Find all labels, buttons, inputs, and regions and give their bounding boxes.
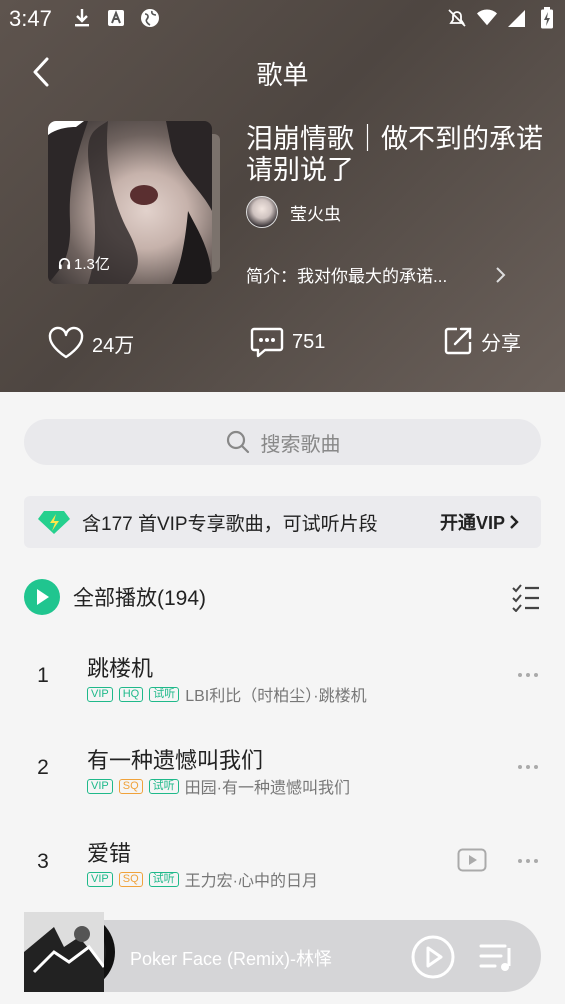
play-all-button[interactable] bbox=[24, 579, 60, 615]
song-artist-album: LBI利比（时柏尘）·跳楼机 bbox=[185, 688, 367, 705]
trial-tag: 试听 bbox=[149, 686, 180, 702]
vip-diamond-icon bbox=[38, 511, 70, 534]
share-button[interactable]: 分享 bbox=[443, 326, 521, 356]
comment-count: 751 bbox=[292, 330, 326, 353]
song-title: 跳楼机 bbox=[87, 656, 154, 681]
play-all-label[interactable]: 全部播放(194) bbox=[73, 582, 206, 612]
vip-tag: VIP bbox=[87, 686, 113, 702]
playlist-queue-icon[interactable] bbox=[479, 940, 515, 974]
intro-text: 简介：我对你最大的承诺... bbox=[246, 267, 448, 286]
hq-tag: HQ bbox=[118, 686, 144, 702]
song-index: 1 bbox=[37, 664, 49, 687]
play-count-value: 1.3亿 bbox=[74, 256, 110, 273]
page-title: 歌单 bbox=[256, 60, 309, 90]
comment-icon bbox=[250, 327, 284, 358]
playlist-title: 泪崩情歌｜做不到的承诺请别说了 bbox=[246, 124, 543, 185]
song-index: 3 bbox=[37, 850, 49, 873]
song-title: 爱错 bbox=[87, 841, 132, 866]
status-bar: 3:47 bbox=[0, 0, 565, 38]
avatar bbox=[246, 196, 278, 228]
now-playing-title: Poker Face (Remix)-林怿 bbox=[130, 949, 333, 969]
song-row[interactable]: 3 爱错 VIP SQ 试听 王力宏·心中的日月 bbox=[0, 824, 565, 914]
comment-button[interactable]: 751 bbox=[250, 326, 325, 358]
play-all-row: 全部播放(194) bbox=[24, 578, 541, 616]
song-row[interactable]: 2 有一种遗憾叫我们 VIP SQ 试听 田园·有一种遗憾叫我们 bbox=[0, 732, 565, 822]
vip-tag: VIP bbox=[87, 778, 113, 794]
mute-icon bbox=[447, 8, 467, 28]
sq-tag: SQ bbox=[118, 871, 143, 887]
like-button[interactable]: 24万 bbox=[48, 326, 134, 360]
song-artist-album: 田园·有一种遗憾叫我们 bbox=[184, 780, 350, 797]
download-icon bbox=[72, 8, 92, 28]
signal-icon bbox=[507, 8, 527, 28]
creator-name: 莹火虫 bbox=[290, 204, 341, 224]
open-vip-label: 开通VIP bbox=[439, 513, 505, 533]
more-options-button[interactable] bbox=[513, 851, 543, 871]
sq-tag: SQ bbox=[118, 778, 143, 794]
open-vip-button[interactable]: 开通VIP bbox=[440, 509, 519, 535]
song-artist-album: 王力宏·心中的日月 bbox=[184, 873, 318, 890]
headphones-icon bbox=[58, 258, 71, 270]
heart-icon bbox=[48, 326, 84, 359]
trial-tag: 试听 bbox=[148, 778, 179, 794]
status-time: 3:47 bbox=[9, 6, 52, 31]
playlist-cover[interactable]: 1.3亿 bbox=[48, 121, 223, 284]
vip-banner-text: 含177 首VIP专享歌曲，可试听片段 bbox=[82, 513, 378, 535]
a-icon bbox=[106, 8, 126, 28]
more-options-button[interactable] bbox=[513, 757, 543, 777]
album-art bbox=[24, 912, 104, 992]
chevron-right-icon bbox=[510, 515, 519, 529]
action-bar: 24万 751 分享 bbox=[0, 326, 565, 366]
trial-tag: 试听 bbox=[148, 871, 179, 887]
song-index: 2 bbox=[37, 756, 49, 779]
cover-image: 1.3亿 bbox=[48, 121, 212, 284]
multi-select-icon[interactable] bbox=[511, 582, 541, 612]
song-meta: VIP SQ 试听 王力宏·心中的日月 bbox=[87, 867, 318, 891]
share-label: 分享 bbox=[481, 332, 521, 355]
play-count: 1.3亿 bbox=[58, 253, 110, 274]
search-placeholder: 搜索歌曲 bbox=[260, 433, 341, 456]
play-icon bbox=[37, 589, 49, 605]
vip-tag: VIP bbox=[87, 871, 113, 887]
vip-banner[interactable]: 含177 首VIP专享歌曲，可试听片段 开通VIP bbox=[24, 496, 541, 548]
wifi-icon bbox=[477, 8, 497, 28]
playlist-intro[interactable]: 简介：我对你最大的承诺... bbox=[246, 262, 506, 287]
globe-icon bbox=[140, 8, 160, 28]
mv-video-icon[interactable] bbox=[457, 848, 487, 872]
battery-icon bbox=[537, 7, 557, 29]
album-artwork bbox=[24, 912, 104, 992]
search-icon bbox=[226, 430, 249, 454]
more-options-button[interactable] bbox=[513, 665, 543, 685]
like-count: 24万 bbox=[92, 334, 135, 357]
song-title: 有一种遗憾叫我们 bbox=[87, 748, 264, 773]
song-meta: VIP SQ 试听 田园·有一种遗憾叫我们 bbox=[87, 774, 350, 798]
play-pause-button[interactable] bbox=[411, 935, 455, 979]
search-input[interactable]: 搜索歌曲 bbox=[24, 419, 541, 465]
share-icon bbox=[444, 327, 472, 355]
song-meta: VIP HQ 试听 LBI利比（时柏尘）·跳楼机 bbox=[87, 682, 367, 706]
creator[interactable]: 莹火虫 bbox=[246, 196, 341, 228]
chevron-right-icon bbox=[496, 266, 506, 283]
song-row[interactable]: 1 跳楼机 VIP HQ 试听 LBI利比（时柏尘）·跳楼机 bbox=[0, 640, 565, 730]
